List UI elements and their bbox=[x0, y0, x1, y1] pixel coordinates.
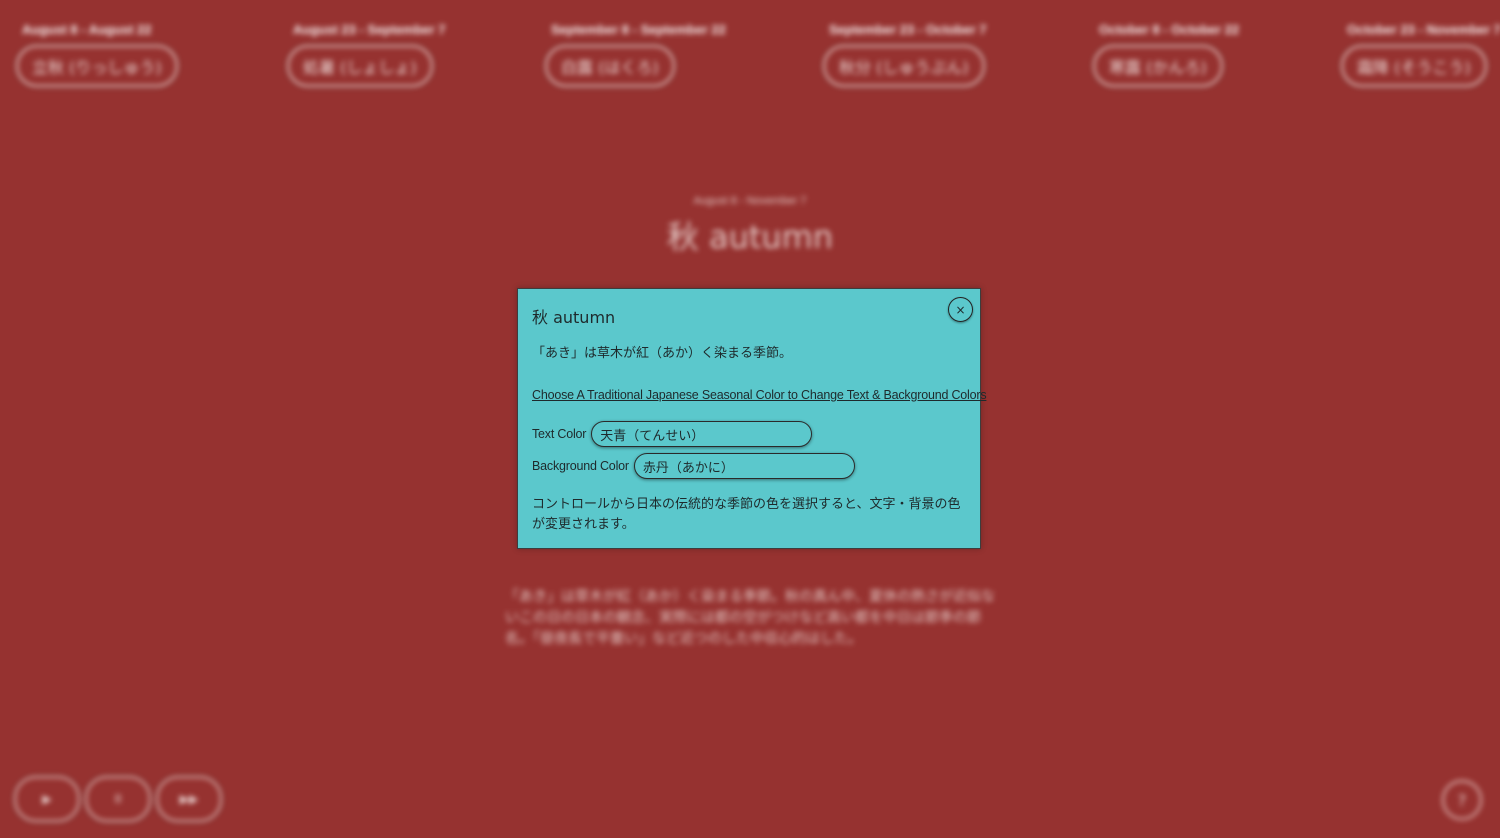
text-color-select[interactable]: 天青（てんせい） bbox=[591, 421, 813, 447]
text-color-label: Text Color bbox=[532, 427, 587, 441]
help-button[interactable]: ? bbox=[1442, 780, 1482, 820]
season-range: August 8 - August 22 bbox=[22, 22, 152, 37]
color-settings-modal: 秋 autumn × 「あき」は草木が紅（あか）く染まる季節。 Choose A… bbox=[517, 288, 987, 549]
play-button[interactable]: ▶ bbox=[14, 776, 80, 822]
close-button[interactable]: × bbox=[948, 297, 973, 322]
modal-title: 秋 autumn bbox=[532, 308, 616, 327]
season-item[interactable]: October 23 - November 7 霜降 (そうこう) bbox=[1341, 22, 1500, 87]
next-button[interactable]: ▶▶ bbox=[156, 776, 222, 822]
background-color-row: Background Color 赤丹（あかに） bbox=[532, 453, 855, 479]
pause-icon: II bbox=[114, 792, 122, 806]
season-button[interactable]: 立秋 (りっしゅう) bbox=[16, 45, 178, 87]
season-range: October 8 - October 22 bbox=[1099, 22, 1240, 37]
season-item[interactable]: August 23 - September 7 処暑 (しょしょ) bbox=[287, 22, 445, 87]
season-item[interactable]: September 8 - September 22 白露 (はくろ) bbox=[545, 22, 726, 87]
season-range: October 23 - November 7 bbox=[1347, 22, 1500, 37]
play-icon: ▶ bbox=[42, 792, 52, 806]
season-button[interactable]: 霜降 (そうこう) bbox=[1341, 45, 1487, 87]
season-item[interactable]: September 23 - October 7 秋分 (しゅうぶん) bbox=[823, 22, 987, 87]
pause-button[interactable]: II bbox=[85, 776, 151, 822]
hero-title: 秋 autumn bbox=[666, 218, 834, 256]
choose-color-link[interactable]: Choose A Traditional Japanese Seasonal C… bbox=[532, 388, 987, 402]
hero-range: August 8 - November 7 bbox=[693, 195, 807, 207]
fast-forward-icon: ▶▶ bbox=[179, 792, 199, 806]
season-range: September 23 - October 7 bbox=[829, 22, 987, 37]
modal-note: コントロールから日本の伝統的な季節の色を選択すると、文字・背景の色が変更されます… bbox=[532, 497, 961, 532]
season-button[interactable]: 秋分 (しゅうぶん) bbox=[823, 45, 985, 87]
background-color-select[interactable]: 赤丹（あかに） bbox=[633, 453, 855, 479]
season-button[interactable]: 寒露 (かんろ) bbox=[1093, 45, 1223, 87]
question-icon: ? bbox=[1457, 790, 1467, 810]
season-item[interactable]: October 8 - October 22 寒露 (かんろ) bbox=[1093, 22, 1239, 87]
page: August 8 - August 22 立秋 (りっしゅう) August 2… bbox=[0, 0, 1500, 838]
close-icon: × bbox=[955, 302, 966, 317]
season-body-text: 「あき」は草木が紅（あか）く染まる季節。秋の真ん中、夏休の熱さが近似ないこの日の… bbox=[505, 589, 995, 647]
season-button[interactable]: 処暑 (しょしょ) bbox=[287, 45, 433, 87]
text-color-row: Text Color 天青（てんせい） bbox=[532, 421, 813, 447]
modal-description: 「あき」は草木が紅（あか）く染まる季節。 bbox=[532, 346, 793, 361]
season-range: August 23 - September 7 bbox=[293, 22, 446, 37]
season-button[interactable]: 白露 (はくろ) bbox=[545, 45, 675, 87]
season-item[interactable]: August 8 - August 22 立秋 (りっしゅう) bbox=[16, 22, 178, 87]
season-range: September 8 - September 22 bbox=[551, 22, 726, 37]
background-color-label: Background Color bbox=[532, 459, 629, 473]
